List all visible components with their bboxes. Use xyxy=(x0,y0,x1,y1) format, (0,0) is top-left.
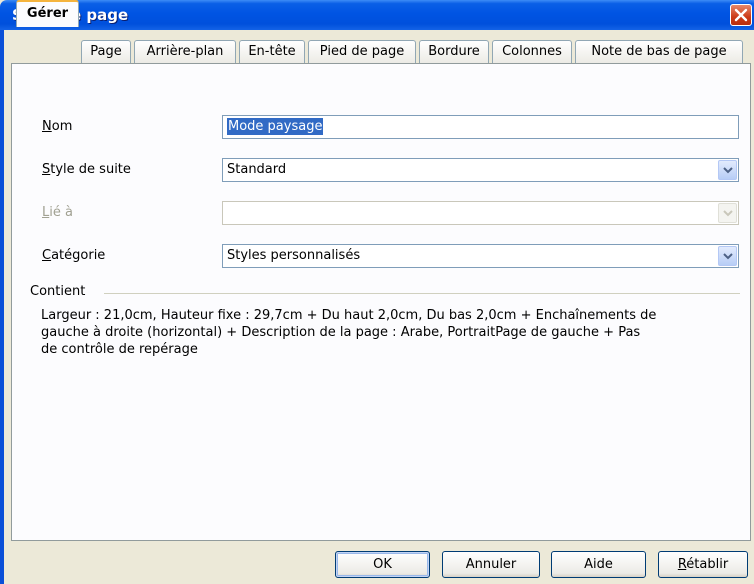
tab-footer[interactable]: Pied de page xyxy=(308,40,416,63)
next-style-value: Standard xyxy=(227,162,287,177)
description-line: de contrôle de repérage xyxy=(41,342,198,357)
close-icon xyxy=(734,8,748,22)
reset-button[interactable]: Rétablir xyxy=(658,551,748,578)
style-description: Largeur : 21,0cm, Hauteur fixe : 29,7cm … xyxy=(41,307,731,358)
title-bar[interactable]: Style de page xyxy=(0,0,754,30)
chevron-down-icon xyxy=(723,253,733,260)
category-value: Styles personnalisés xyxy=(227,248,361,263)
tab-page[interactable]: Page xyxy=(81,40,131,63)
tab-footnote[interactable]: Note de bas de page xyxy=(575,40,743,63)
dialog-window: Style de page Nom Mode paysage Style de … xyxy=(0,0,754,584)
name-label: Nom xyxy=(42,119,73,134)
category-select[interactable]: Styles personnalisés xyxy=(222,244,739,268)
next-style-select[interactable]: Standard xyxy=(222,158,739,182)
tab-columns[interactable]: Colonnes xyxy=(492,40,572,63)
category-dropdown-button[interactable] xyxy=(718,246,737,266)
tab-border[interactable]: Bordure xyxy=(419,40,489,63)
group-divider xyxy=(104,293,740,294)
tab-panel: Nom Mode paysage Style de suite Standard… xyxy=(11,63,751,541)
close-button[interactable] xyxy=(730,4,752,26)
tab-background[interactable]: Arrière-plan xyxy=(134,40,236,63)
name-input[interactable]: Mode paysage xyxy=(222,115,739,139)
ok-button[interactable]: OK xyxy=(335,551,430,578)
cancel-button[interactable]: Annuler xyxy=(442,551,540,578)
linked-to-dropdown-button xyxy=(718,203,737,223)
description-line: gauche à droite (horizontal) + Descripti… xyxy=(41,325,641,340)
tab-header[interactable]: En-tête xyxy=(239,40,305,63)
category-label: Catégorie xyxy=(42,248,106,263)
chevron-down-icon xyxy=(723,210,733,217)
tab-gerer[interactable]: Gérer xyxy=(16,0,79,27)
window-frame xyxy=(0,30,4,584)
description-line: Largeur : 21,0cm, Hauteur fixe : 29,7cm … xyxy=(41,308,657,323)
next-style-label: Style de suite xyxy=(42,162,131,177)
help-button[interactable]: Aide xyxy=(551,551,646,578)
chevron-down-icon xyxy=(723,167,733,174)
name-input-value: Mode paysage xyxy=(227,118,324,135)
linked-to-label: Lié à xyxy=(42,205,73,220)
contains-label: Contient xyxy=(30,284,86,299)
linked-to-select xyxy=(222,201,739,225)
next-style-dropdown-button[interactable] xyxy=(718,160,737,180)
